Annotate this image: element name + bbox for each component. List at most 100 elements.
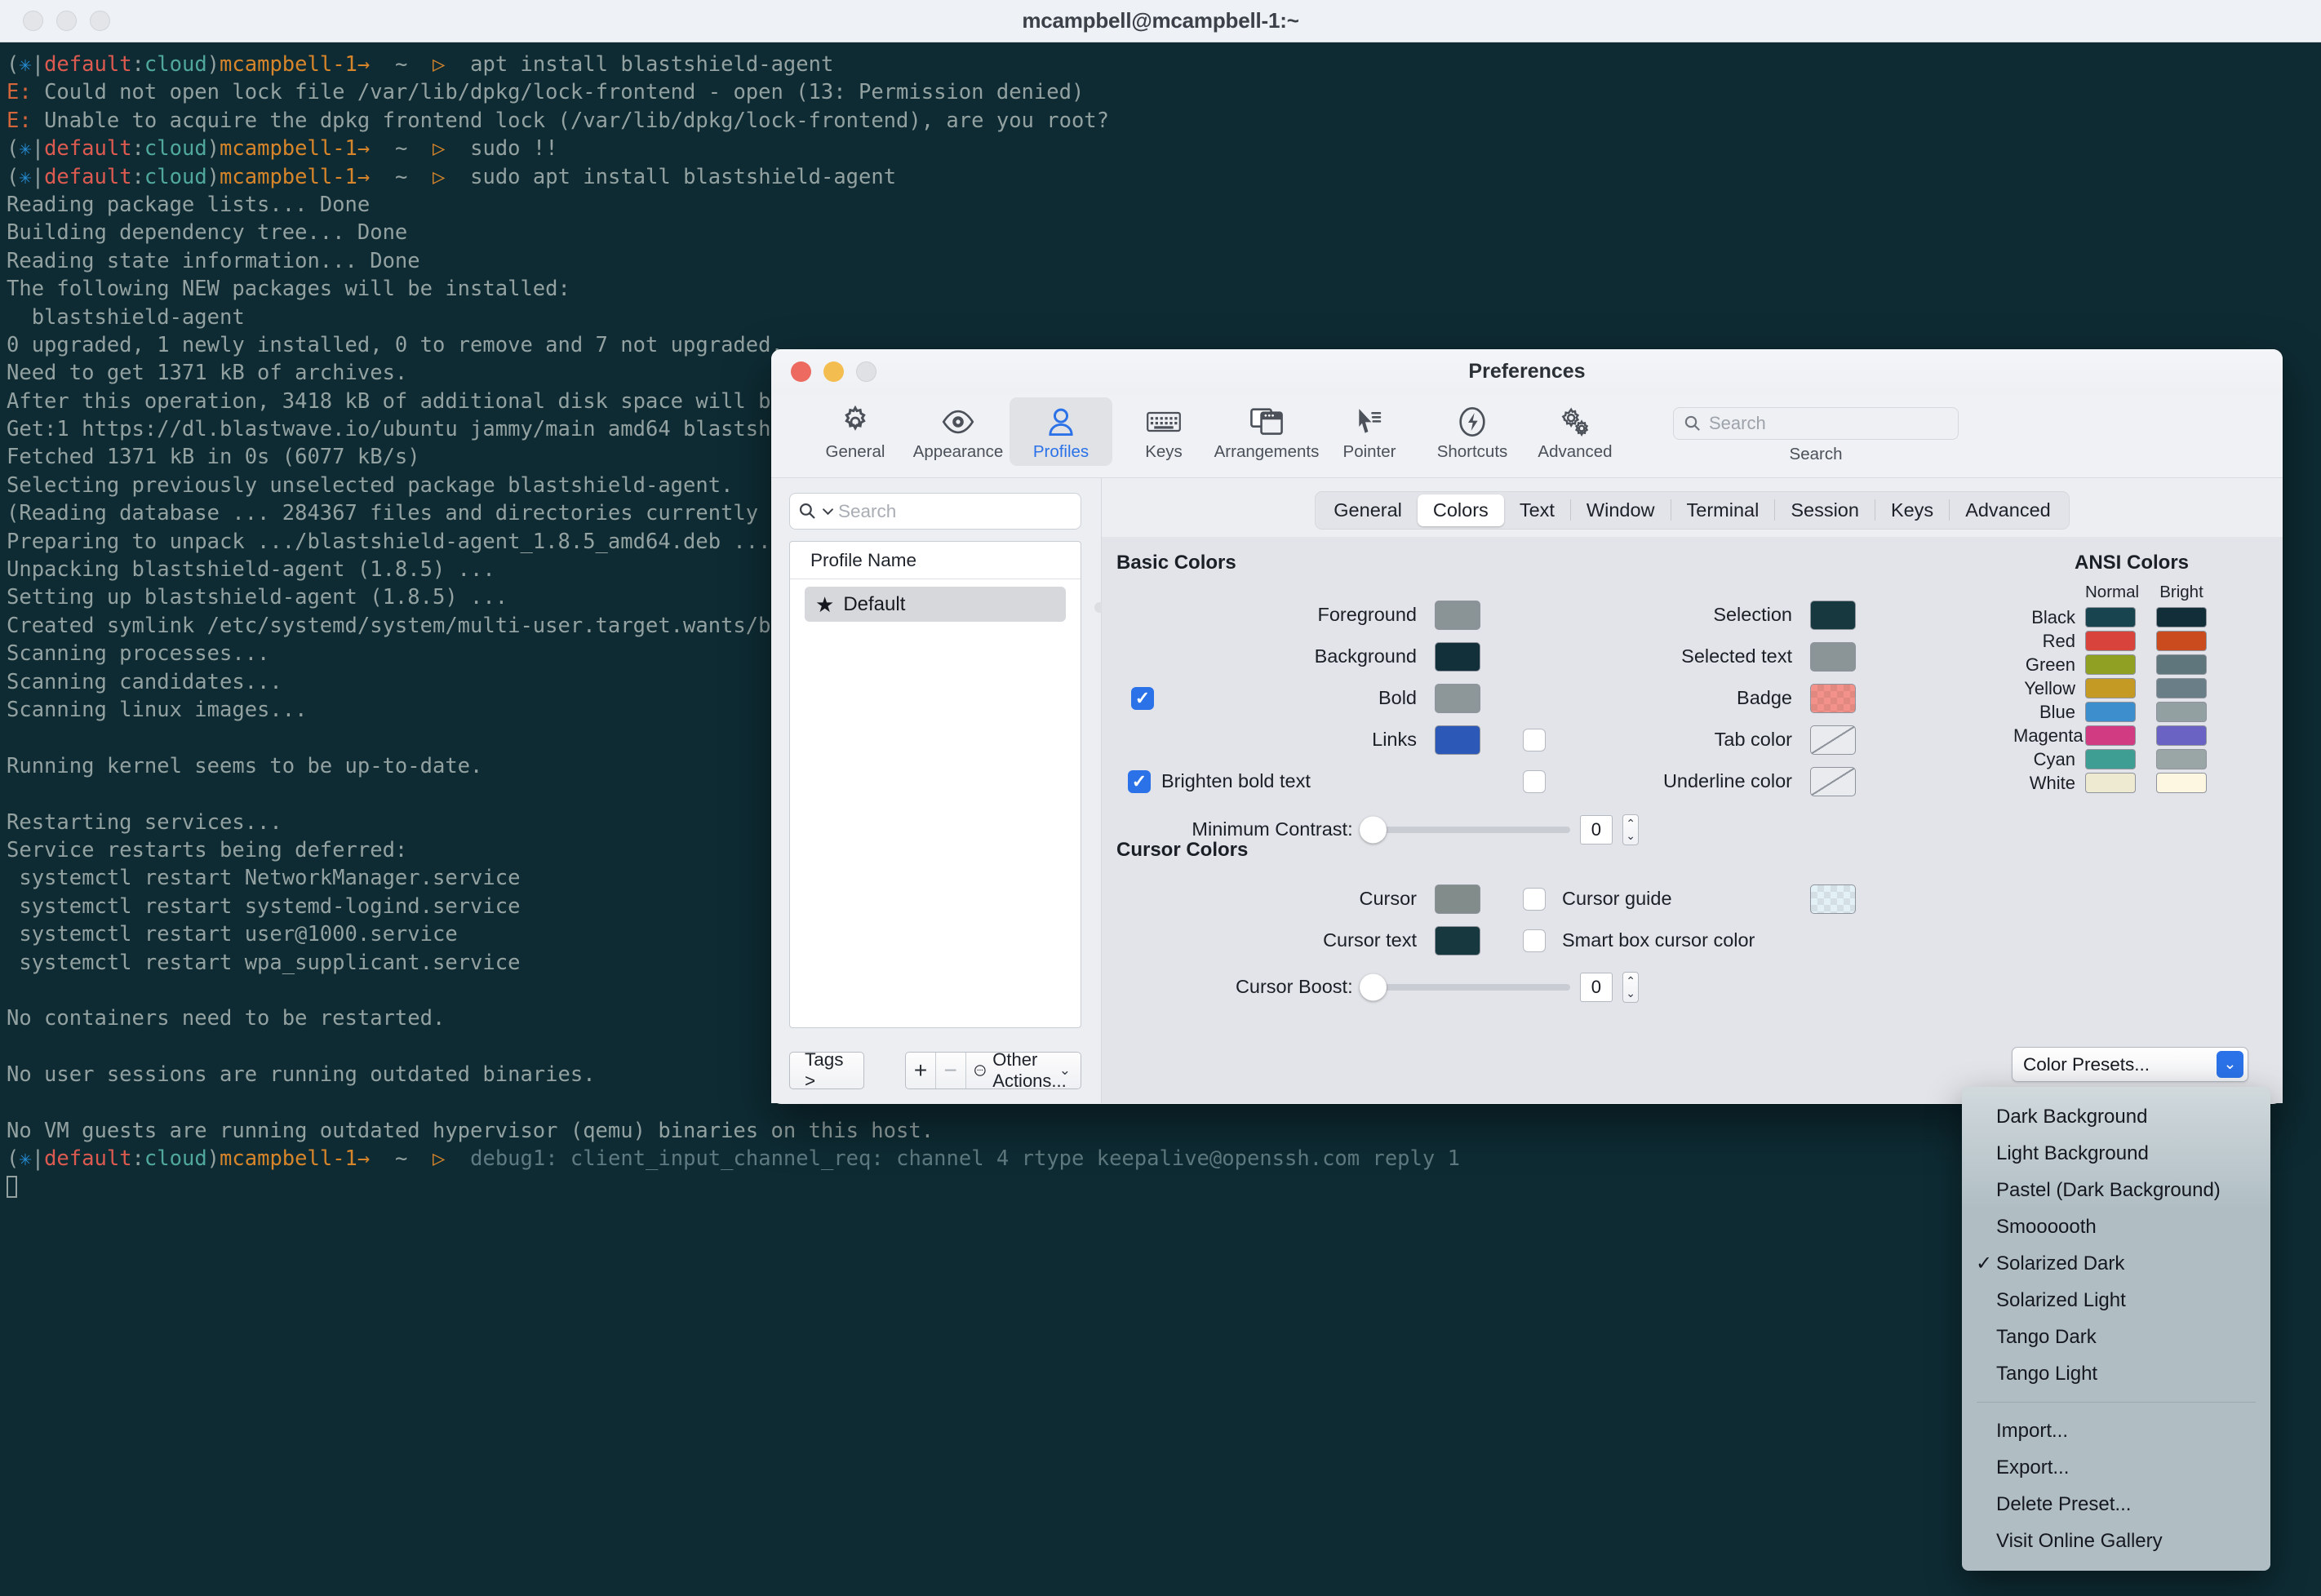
label-selection: Selection — [1713, 604, 1792, 625]
slider-cursor-boost[interactable] — [1359, 973, 1570, 1000]
ansi-swatch-magenta-bright[interactable] — [2156, 725, 2207, 746]
ansi-swatch-yellow-bright[interactable] — [2156, 678, 2207, 698]
toolbar-item-profiles[interactable]: Profiles — [1010, 397, 1112, 466]
ansi-label-green: Green — [2025, 654, 2075, 675]
swatch-links[interactable] — [1435, 725, 1480, 755]
menu-item-light-background[interactable]: Light Background — [1962, 1135, 2270, 1172]
tab-keys[interactable]: Keys — [1875, 494, 1949, 526]
color-presets-button[interactable]: Color Presets... ⌄ — [2012, 1047, 2248, 1082]
menu-item-import[interactable]: Import... — [1962, 1412, 2270, 1449]
toolbar-item-pointer[interactable]: Pointer — [1318, 397, 1421, 466]
stepper-cursor-boost[interactable]: ⌃ ⌄ — [1622, 971, 1639, 1003]
swatch-cursor[interactable] — [1435, 884, 1480, 914]
checkbox-smart-box-cursor-color[interactable] — [1523, 929, 1546, 952]
menu-label: Export... — [1996, 1456, 2070, 1479]
ansi-swatch-blue-bright[interactable] — [2156, 702, 2207, 722]
label-tab-color: Tab color — [1714, 729, 1792, 750]
ansi-swatch-cyan-bright[interactable] — [2156, 749, 2207, 769]
ansi-row-magenta: Magenta — [2013, 724, 2250, 747]
menu-item-tango-dark[interactable]: Tango Dark — [1962, 1319, 2270, 1355]
ansi-row-cyan: Cyan — [2013, 747, 2250, 771]
ansi-swatch-blue-normal[interactable] — [2085, 702, 2136, 722]
ansi-swatch-cyan-normal[interactable] — [2085, 749, 2136, 769]
label-minimum-contrast: Minimum Contrast: — [1192, 818, 1353, 840]
toolbar-label-general: General — [825, 442, 885, 461]
toolbar-item-appearance[interactable]: Appearance — [907, 397, 1010, 466]
profile-search-input[interactable]: Search — [789, 493, 1081, 530]
toolbar-item-keys[interactable]: Keys — [1112, 397, 1215, 466]
row-selection: Selection — [1500, 594, 2055, 636]
swatch-cursor-text[interactable] — [1435, 925, 1480, 955]
label-brighten-bold-text: Brighten bold text — [1161, 770, 1311, 791]
ansi-swatch-white-normal[interactable] — [2085, 773, 2136, 793]
preferences-main: Search Profile Name ★ Default Tags > + − — [771, 478, 2283, 1103]
row-smart-box-checkbox-slot — [1500, 929, 1557, 952]
swatch-selection[interactable] — [1810, 600, 1856, 630]
menu-item-solarized-dark[interactable]: ✓ Solarized Dark — [1962, 1245, 2270, 1282]
tags-button[interactable]: Tags > — [789, 1049, 865, 1091]
menu-item-pastel-dark-background[interactable]: Pastel (Dark Background) — [1962, 1172, 2270, 1208]
tab-text[interactable]: Text — [1504, 494, 1570, 526]
tab-general[interactable]: General — [1318, 494, 1418, 526]
row-bold-checkbox-slot — [1116, 686, 1165, 710]
ansi-swatch-green-bright[interactable] — [2156, 654, 2207, 675]
menu-item-visit-online-gallery[interactable]: Visit Online Gallery — [1962, 1523, 2270, 1559]
profile-list[interactable]: Profile Name ★ Default — [789, 541, 1081, 1028]
ansi-swatch-red-bright[interactable] — [2156, 631, 2207, 651]
ansi-swatch-yellow-normal[interactable] — [2085, 678, 2136, 698]
swatch-selected-text[interactable] — [1810, 641, 1856, 672]
swatch-foreground[interactable] — [1435, 600, 1480, 630]
ansi-swatch-black-normal[interactable] — [2085, 607, 2136, 627]
profile-row-default[interactable]: ★ Default — [805, 587, 1066, 622]
checkbox-bold[interactable] — [1131, 686, 1154, 710]
checkbox-cursor-guide[interactable] — [1523, 887, 1546, 911]
label-cursor-boost: Cursor Boost: — [1235, 976, 1353, 997]
slider-knob[interactable] — [1359, 973, 1387, 1000]
sidebar-resize-handle[interactable] — [1094, 478, 1105, 1103]
tab-colors[interactable]: Colors — [1417, 494, 1504, 526]
label-underline-color: Underline color — [1662, 770, 1792, 791]
toolbar-item-arrangements[interactable]: Arrangements — [1214, 397, 1319, 466]
tab-window[interactable]: Window — [1571, 494, 1671, 526]
ansi-swatch-magenta-normal[interactable] — [2085, 725, 2136, 746]
sidebar-toolbar: Tags > + − Other Actions... ⌄ — [789, 1028, 1081, 1103]
toolbar-item-general[interactable]: General — [804, 397, 907, 466]
ansi-swatch-red-normal[interactable] — [2085, 631, 2136, 651]
checkbox-underline-color[interactable] — [1523, 769, 1546, 793]
swatch-underline-color[interactable] — [1810, 766, 1856, 796]
cursor-colors-right-column: Cursor guide Smart box cursor color — [1500, 878, 2055, 961]
menu-item-dark-background[interactable]: Dark Background — [1962, 1098, 2270, 1135]
tab-terminal[interactable]: Terminal — [1671, 494, 1775, 526]
toolbar-item-advanced[interactable]: Advanced — [1524, 397, 1626, 466]
menu-item-tango-light[interactable]: Tango Light — [1962, 1355, 2270, 1392]
ansi-swatch-black-bright[interactable] — [2156, 607, 2207, 627]
checkbox-brighten-bold-text[interactable] — [1128, 769, 1151, 793]
ansi-row-yellow: Yellow — [2013, 676, 2250, 700]
search-input[interactable]: Search — [1673, 407, 1959, 440]
remove-profile-button[interactable]: − — [935, 1053, 966, 1088]
ansi-swatch-green-normal[interactable] — [2085, 654, 2136, 675]
menu-item-smoooooth[interactable]: Smoooooth — [1962, 1208, 2270, 1245]
tab-advanced[interactable]: Advanced — [1950, 494, 2066, 526]
swatch-bold[interactable] — [1435, 683, 1480, 713]
swatch-background[interactable] — [1435, 641, 1480, 672]
checkbox-tab-color[interactable] — [1523, 728, 1546, 751]
swatch-cursor-guide[interactable] — [1810, 884, 1856, 914]
menu-item-export[interactable]: Export... — [1962, 1449, 2270, 1486]
toolbar-item-shortcuts[interactable]: Shortcuts — [1421, 397, 1524, 466]
color-presets-menu: Dark Background Light Background Pastel … — [1962, 1087, 2270, 1571]
ansi-swatch-white-bright[interactable] — [2156, 773, 2207, 793]
menu-item-solarized-light[interactable]: Solarized Light — [1962, 1282, 2270, 1319]
slider-minimum-contrast[interactable] — [1359, 816, 1570, 843]
swatch-badge[interactable] — [1810, 683, 1856, 713]
tab-session[interactable]: Session — [1775, 494, 1875, 526]
swatch-tab-color[interactable] — [1810, 725, 1856, 755]
other-actions-button[interactable]: Other Actions... ⌄ — [965, 1053, 1081, 1088]
row-cursor-guide: Cursor guide — [1500, 878, 2055, 920]
toolbar-search-group: Search Search — [1673, 407, 1959, 464]
add-profile-button[interactable]: + — [906, 1053, 936, 1088]
value-cursor-boost[interactable]: 0 — [1579, 972, 1613, 1002]
preferences-title: Preferences — [1468, 360, 1586, 383]
terminal-line: E: Unable to acquire the dpkg frontend l… — [7, 108, 1110, 133]
menu-item-delete-preset[interactable]: Delete Preset... — [1962, 1486, 2270, 1523]
